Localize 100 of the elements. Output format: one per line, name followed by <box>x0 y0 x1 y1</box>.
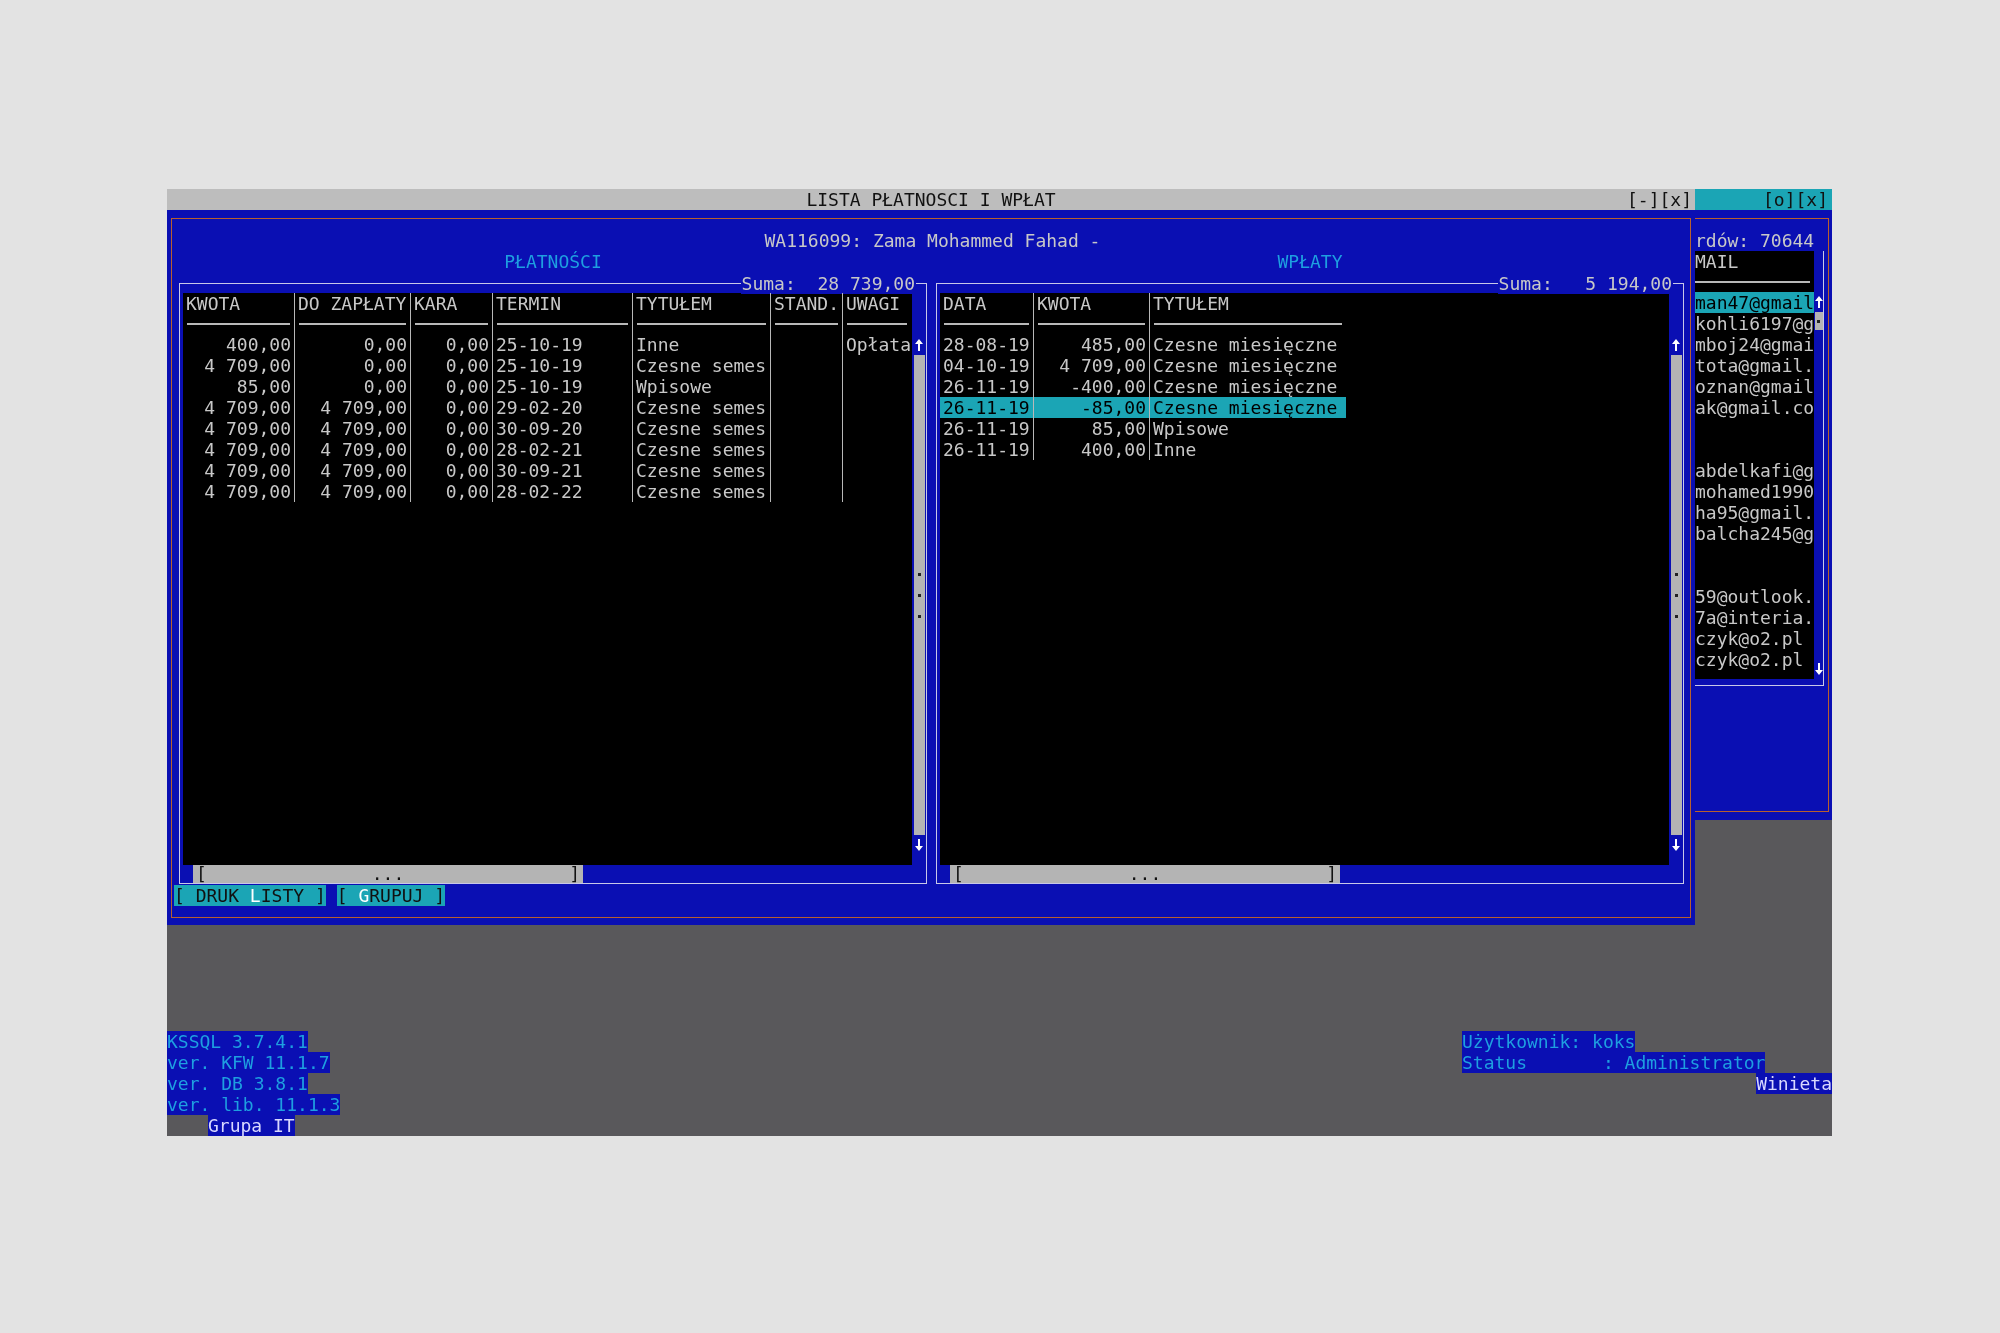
email-item[interactable]: abdelkafi@g <box>1695 460 1815 481</box>
table-cell[interactable]: 26-11-19 <box>940 439 1034 460</box>
horizontal-scrollbar[interactable]: [ ... ] <box>950 865 1340 883</box>
table-cell[interactable]: 0,00 <box>295 334 411 355</box>
scrollbar[interactable] <box>1670 355 1682 835</box>
table-cell[interactable]: 400,00 <box>1034 439 1150 460</box>
column-header[interactable]: TYTUŁEM <box>633 293 771 334</box>
column-header[interactable]: MAIL <box>1695 251 1815 292</box>
table-cell[interactable]: 04-10-19 <box>940 355 1034 376</box>
table-cell[interactable]: 485,00 <box>1034 334 1150 355</box>
scroll-up-icon[interactable] <box>915 339 923 351</box>
table-cell[interactable]: 28-02-21 <box>493 439 633 460</box>
scrollbar[interactable] <box>913 355 925 835</box>
table-cell[interactable]: 4 709,00 <box>1034 355 1150 376</box>
table-cell[interactable]: Czesne miesięczne <box>1150 376 1346 397</box>
table-cell[interactable]: -85,00 <box>1034 397 1150 418</box>
table-cell[interactable]: Wpisowe <box>633 376 771 397</box>
table-cell[interactable]: 4 709,00 <box>183 481 295 502</box>
table-cell[interactable]: 26-11-19 <box>940 397 1034 418</box>
table-cell[interactable]: 0,00 <box>411 397 493 418</box>
minimize-button[interactable]: [-] <box>1626 189 1660 210</box>
table-cell[interactable]: 4 709,00 <box>183 418 295 439</box>
column-header[interactable]: KWOTA <box>1034 293 1150 334</box>
table-cell[interactable]: 4 709,00 <box>295 481 411 502</box>
scroll-up-icon[interactable] <box>1672 339 1680 351</box>
table-cell[interactable]: 0,00 <box>295 355 411 376</box>
email-item[interactable]: czyk@o2.pl <box>1695 628 1815 649</box>
table-cell[interactable]: 25-10-19 <box>493 376 633 397</box>
table-cell[interactable]: Inne <box>633 334 771 355</box>
table-cell[interactable]: 4 709,00 <box>295 418 411 439</box>
column-header[interactable]: TERMIN <box>493 293 633 334</box>
table-cell[interactable]: 4 709,00 <box>295 397 411 418</box>
table-cell[interactable]: Czesne miesięczne <box>1150 334 1346 355</box>
horizontal-scrollbar[interactable]: [ ... ] <box>193 865 583 883</box>
table-cell[interactable]: 0,00 <box>411 355 493 376</box>
table-cell[interactable]: Wpisowe <box>1150 418 1346 439</box>
table-cell[interactable]: 26-11-19 <box>940 418 1034 439</box>
table-cell[interactable]: 4 709,00 <box>183 355 295 376</box>
table-cell[interactable]: 0,00 <box>411 460 493 481</box>
table-cell[interactable]: 0,00 <box>411 334 493 355</box>
column-header[interactable]: KARA <box>411 293 493 334</box>
table-cell[interactable]: 400,00 <box>183 334 295 355</box>
table-cell[interactable]: 4 709,00 <box>183 439 295 460</box>
table-cell[interactable]: 30-09-21 <box>493 460 633 481</box>
scroll-thumb[interactable] <box>1814 312 1823 330</box>
email-item[interactable]: mohamed1990 <box>1695 481 1815 502</box>
table-cell[interactable]: 0,00 <box>411 481 493 502</box>
table-cell[interactable]: Czesne semes <box>633 355 771 376</box>
email-item[interactable]: mboj24@gmai <box>1695 334 1815 355</box>
email-item[interactable]: ak@gmail.co <box>1695 397 1815 418</box>
column-header[interactable]: KWOTA <box>183 293 295 334</box>
column-header[interactable]: STAND. <box>771 293 843 334</box>
email-item[interactable]: 59@outlook. <box>1695 586 1815 607</box>
column-header[interactable]: DO ZAPŁATY <box>295 293 411 334</box>
table-cell[interactable]: 28-02-22 <box>493 481 633 502</box>
email-item[interactable]: oznan@gmail <box>1695 376 1815 397</box>
column-header[interactable]: DATA <box>940 293 1034 334</box>
table-cell[interactable]: Czesne semes <box>633 481 771 502</box>
table-cell[interactable]: Inne <box>1150 439 1346 460</box>
table-cell[interactable]: 28-08-19 <box>940 334 1034 355</box>
client-header: WA116099: Zama Mohammed Fahad - <box>763 230 1102 251</box>
table-cell[interactable]: Czesne semes <box>633 397 771 418</box>
scroll-down-icon[interactable] <box>1814 663 1823 675</box>
close-button[interactable]: [x] <box>1795 189 1828 210</box>
table-cell[interactable]: 25-10-19 <box>493 355 633 376</box>
table-cell[interactable]: 0,00 <box>411 418 493 439</box>
maximize-button[interactable]: [o] <box>1762 189 1796 210</box>
table-cell[interactable]: 0,00 <box>295 376 411 397</box>
table-cell[interactable]: 0,00 <box>411 376 493 397</box>
scroll-down-icon[interactable] <box>1672 839 1680 851</box>
table-cell[interactable]: 4 709,00 <box>295 460 411 481</box>
print-list-button[interactable]: [ DRUK LISTY ] <box>174 885 326 906</box>
table-cell[interactable]: 0,00 <box>411 439 493 460</box>
group-button[interactable]: [ GRUPUJ ] <box>336 885 446 906</box>
table-cell[interactable]: 25-10-19 <box>493 334 633 355</box>
email-item[interactable]: tota@gmail. <box>1695 355 1815 376</box>
email-item[interactable]: czyk@o2.pl <box>1695 649 1815 670</box>
table-cell[interactable]: Czesne semes <box>633 439 771 460</box>
table-cell[interactable]: Czesne miesięczne <box>1150 355 1346 376</box>
email-item[interactable]: 7a@interia. <box>1695 607 1815 628</box>
table-cell[interactable]: 4 709,00 <box>183 460 295 481</box>
scroll-down-icon[interactable] <box>915 839 923 851</box>
column-header[interactable]: UWAGI <box>843 293 911 334</box>
table-cell[interactable]: 30-09-20 <box>493 418 633 439</box>
table-cell[interactable]: Opłata <box>843 334 911 355</box>
email-item[interactable]: ha95@gmail. <box>1695 502 1815 523</box>
scroll-up-icon[interactable] <box>1814 296 1823 308</box>
close-button[interactable]: [x] <box>1659 189 1692 210</box>
email-item[interactable]: kohli6197@g <box>1695 313 1815 334</box>
table-cell[interactable]: 85,00 <box>1034 418 1150 439</box>
email-item[interactable]: balcha245@g <box>1695 523 1815 544</box>
table-cell[interactable]: Czesne semes <box>633 418 771 439</box>
table-cell[interactable]: 4 709,00 <box>183 397 295 418</box>
table-cell[interactable]: 85,00 <box>183 376 295 397</box>
table-cell[interactable]: Czesne semes <box>633 460 771 481</box>
table-cell[interactable]: 29-02-20 <box>493 397 633 418</box>
column-header[interactable]: TYTUŁEM <box>1150 293 1346 334</box>
table-cell[interactable]: Czesne miesięczne <box>1150 397 1346 418</box>
table-cell[interactable]: 4 709,00 <box>295 439 411 460</box>
email-item[interactable]: man47@gmail <box>1695 292 1815 313</box>
